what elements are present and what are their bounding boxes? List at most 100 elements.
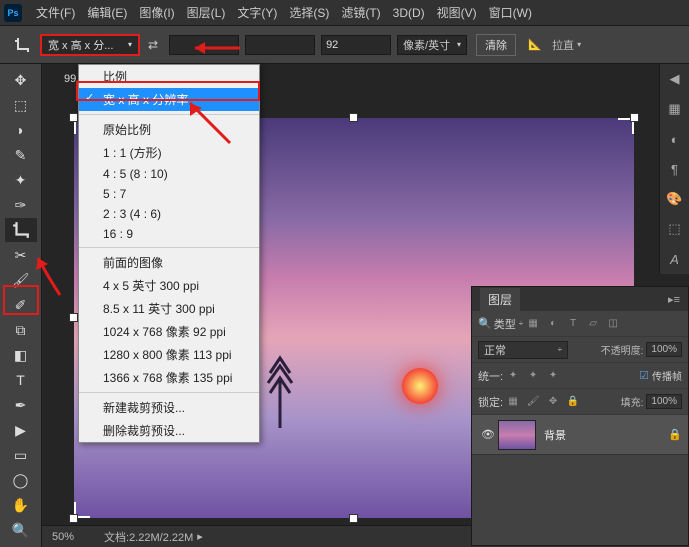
resolution-unit-dropdown[interactable]: 像素/英寸 ▾: [397, 35, 467, 55]
menu-window[interactable]: 窗口(W): [483, 4, 538, 21]
lock-pixels-icon[interactable]: 🖌: [523, 392, 543, 412]
hand-tool[interactable]: ✋: [5, 493, 37, 517]
lasso-tool[interactable]: ◗: [5, 118, 37, 142]
path-select-tool[interactable]: ▶: [5, 418, 37, 442]
swap-dimensions-icon[interactable]: ⇄: [148, 38, 158, 52]
preset-item-1024x768[interactable]: 1024 x 768 像素 92 ppi: [79, 320, 259, 343]
adjustments-panel-icon[interactable]: ◐: [660, 124, 689, 154]
shape-tool[interactable]: ▭: [5, 443, 37, 467]
color-panel-icon[interactable]: 🎨: [660, 184, 689, 214]
slice-tool[interactable]: ✂: [5, 243, 37, 267]
eyedropper-tool[interactable]: ✑: [5, 193, 37, 217]
pen-tool[interactable]: ✒: [5, 393, 37, 417]
options-bar: 宽 x 高 x 分... ▾ ⇄ 像素/英寸 ▾ 清除 📐 拉直 ▾: [0, 26, 689, 64]
menu-separator: [79, 114, 259, 115]
lock-label: 锁定:: [478, 394, 503, 410]
layers-blend-row: 正常 ÷ 不透明度: 100%: [472, 337, 688, 363]
unify-style-icon[interactable]: ✦: [543, 366, 563, 386]
menu-view[interactable]: 视图(V): [431, 4, 483, 21]
menu-image[interactable]: 图像(I): [133, 4, 180, 21]
ellipse-tool[interactable]: ◯: [5, 468, 37, 492]
unify-position-icon[interactable]: ✦: [503, 366, 523, 386]
opacity-value[interactable]: 100%: [646, 342, 682, 357]
straighten-dropdown[interactable]: 拉直 ▾: [552, 37, 581, 53]
magic-wand-tool[interactable]: ✦: [5, 168, 37, 192]
layer-name[interactable]: 背景: [544, 427, 566, 443]
panel-menu-icon[interactable]: ▸≡: [668, 293, 680, 306]
crop-handle-bm[interactable]: [349, 514, 358, 523]
type-tool[interactable]: T: [5, 368, 37, 392]
filter-pixel-icon[interactable]: ▦: [523, 314, 543, 334]
preset-item-1366x768[interactable]: 1366 x 768 像素 135 ppi: [79, 366, 259, 389]
doc-info-flyout-icon[interactable]: ▸: [197, 530, 203, 543]
preset-item-4x5in[interactable]: 4 x 5 英寸 300 ppi: [79, 274, 259, 297]
doc-info[interactable]: 文档:2.22M/2.22M: [104, 529, 193, 545]
styles-panel-icon[interactable]: ⬚: [660, 214, 689, 244]
preset-item-1-1[interactable]: 1 : 1 (方形): [79, 141, 259, 164]
preset-item-wxhxres[interactable]: ✓ 宽 x 高 x 分辨率: [79, 88, 259, 111]
menu-3d[interactable]: 3D(D): [387, 6, 431, 20]
preset-item-5-7[interactable]: 5 : 7: [79, 184, 259, 204]
filter-shape-icon[interactable]: ▱: [583, 314, 603, 334]
menu-layer[interactable]: 图层(L): [181, 4, 232, 21]
width-input[interactable]: [169, 35, 239, 55]
crop-handle-tm[interactable]: [349, 113, 358, 122]
preset-item-4-5[interactable]: 4 : 5 (8 : 10): [79, 164, 259, 184]
crop-handle-bl[interactable]: [69, 514, 78, 523]
preset-item-16-9[interactable]: 16 : 9: [79, 224, 259, 244]
lock-position-icon[interactable]: ✥: [543, 392, 563, 412]
crop-handle-tr[interactable]: [630, 113, 639, 122]
crop-handle-ml[interactable]: [69, 313, 78, 322]
current-tool-icon[interactable]: [8, 31, 36, 59]
preset-item-1280x800[interactable]: 1280 x 800 像素 113 ppi: [79, 343, 259, 366]
unify-visibility-icon[interactable]: ✦: [523, 366, 543, 386]
unity-label: 统一:: [478, 368, 503, 384]
paragraph-panel-icon[interactable]: ¶: [660, 154, 689, 184]
preset-item-85x11in[interactable]: 8.5 x 11 英寸 300 ppi: [79, 297, 259, 320]
filter-kind-dropdown[interactable]: 🔍 类型 ÷: [478, 316, 523, 332]
layers-tab[interactable]: 图层: [480, 288, 520, 311]
crop-preset-dropdown[interactable]: 宽 x 高 x 分... ▾: [40, 34, 140, 56]
zoom-level[interactable]: 50%: [52, 531, 74, 543]
blend-mode-dropdown[interactable]: 正常 ÷: [478, 341, 568, 359]
preset-item-front-image[interactable]: 前面的图像: [79, 251, 259, 274]
preset-item-new[interactable]: 新建裁剪预设...: [79, 396, 259, 419]
brush-tool[interactable]: 🖌: [5, 268, 37, 292]
layer-row-background[interactable]: 👁 背景 🔒: [472, 415, 688, 455]
crop-handle-tl[interactable]: [69, 113, 78, 122]
preset-item-delete[interactable]: 删除裁剪预设...: [79, 419, 259, 442]
height-input[interactable]: [245, 35, 315, 55]
fill-value[interactable]: 100%: [646, 394, 682, 409]
straighten-icon[interactable]: 📐: [522, 34, 548, 56]
quick-select-tool[interactable]: ✎: [5, 143, 37, 167]
unit-label: 像素/英寸: [403, 37, 450, 53]
menu-filter[interactable]: 滤镜(T): [335, 4, 386, 21]
marquee-tool[interactable]: ⬚: [5, 93, 37, 117]
preset-item-original[interactable]: 原始比例: [79, 118, 259, 141]
crop-tool[interactable]: [5, 218, 37, 242]
lock-transparent-icon[interactable]: ▦: [503, 392, 523, 412]
character-panel-icon[interactable]: A: [660, 244, 689, 274]
menu-select[interactable]: 选择(S): [283, 4, 335, 21]
preset-item-ratio[interactable]: 比例: [79, 65, 259, 88]
resolution-input[interactable]: [321, 35, 391, 55]
filter-smart-icon[interactable]: ◫: [603, 314, 623, 334]
layer-thumbnail[interactable]: [498, 420, 536, 450]
visibility-eye-icon[interactable]: 👁: [478, 428, 498, 441]
clone-tool[interactable]: ⧉: [5, 318, 37, 342]
preset-item-2-3[interactable]: 2 : 3 (4 : 6): [79, 204, 259, 224]
filter-type-icon[interactable]: T: [563, 314, 583, 334]
pencil-tool[interactable]: ✐: [5, 293, 37, 317]
menu-file[interactable]: 文件(F): [30, 4, 81, 21]
clear-button[interactable]: 清除: [476, 34, 516, 56]
propagate-checkbox[interactable]: ☑: [639, 369, 649, 382]
panel-expand-icon[interactable]: ◀: [660, 64, 689, 94]
lock-all-icon[interactable]: 🔒: [563, 392, 583, 412]
menu-type[interactable]: 文字(Y): [231, 4, 283, 21]
filter-adjust-icon[interactable]: ◐: [543, 314, 563, 334]
move-tool[interactable]: ✥: [5, 68, 37, 92]
gradient-tool[interactable]: ◧: [5, 343, 37, 367]
zoom-tool[interactable]: 🔍: [5, 518, 37, 542]
swatches-panel-icon[interactable]: ▦: [660, 94, 689, 124]
menu-edit[interactable]: 编辑(E): [81, 4, 133, 21]
